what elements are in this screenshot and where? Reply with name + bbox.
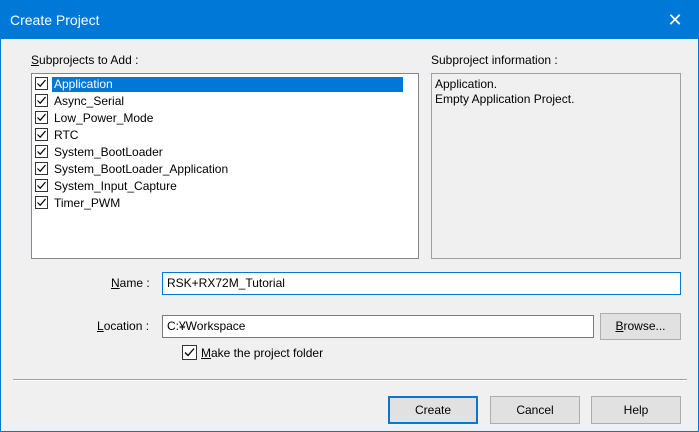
check-icon[interactable] bbox=[35, 179, 48, 193]
check-icon[interactable] bbox=[35, 111, 48, 125]
list-item[interactable]: System_Input_Capture bbox=[34, 178, 416, 195]
subprojects-label-mnemonic: S bbox=[31, 53, 40, 67]
title-bar[interactable]: Create Project ✕ bbox=[1, 1, 698, 39]
separator bbox=[13, 379, 687, 381]
list-item-label: Timer_PWM bbox=[54, 196, 121, 210]
create-button[interactable]: Create bbox=[388, 396, 478, 424]
subproject-info-box: Application. Empty Application Project. bbox=[431, 73, 681, 259]
browse-mnemonic: B bbox=[615, 319, 624, 333]
make-folder-checkbox[interactable]: Make the project folder bbox=[181, 345, 324, 361]
list-item-label: System_BootLoader_Application bbox=[54, 162, 229, 176]
list-item[interactable]: Application bbox=[34, 76, 416, 93]
check-icon[interactable] bbox=[182, 345, 197, 361]
close-icon[interactable]: ✕ bbox=[652, 1, 698, 39]
name-label: Name : bbox=[111, 276, 150, 290]
check-icon[interactable] bbox=[35, 77, 48, 91]
list-item-label: System_Input_Capture bbox=[54, 179, 177, 193]
location-label-rest: ocation : bbox=[103, 319, 150, 333]
window-title: Create Project bbox=[10, 12, 100, 28]
list-item[interactable]: Low_Power_Mode bbox=[34, 110, 416, 127]
check-icon[interactable] bbox=[35, 196, 48, 210]
list-item[interactable]: Timer_PWM bbox=[34, 195, 416, 212]
make-folder-mnemonic: M bbox=[201, 346, 211, 360]
subprojects-label-rest: ubprojects to Add : bbox=[39, 53, 139, 67]
location-label-mnemonic: L bbox=[97, 319, 104, 333]
list-item[interactable]: Async_Serial bbox=[34, 93, 416, 110]
help-button[interactable]: Help bbox=[591, 396, 681, 424]
location-input[interactable]: C:¥Workspace bbox=[162, 315, 594, 338]
browse-button[interactable]: Browse... bbox=[600, 313, 681, 340]
name-input[interactable]: RSK+RX72M_Tutorial bbox=[162, 272, 681, 295]
list-item-label: System_BootLoader bbox=[54, 145, 163, 159]
list-item-label: RTC bbox=[54, 128, 79, 142]
browse-label-rest: rowse... bbox=[623, 319, 666, 333]
subprojects-label: Subprojects to Add : bbox=[31, 53, 138, 67]
create-project-dialog: Create Project ✕ Subprojects to Add : Ap… bbox=[0, 0, 699, 432]
list-item[interactable]: System_BootLoader bbox=[34, 144, 416, 161]
list-item[interactable]: RTC bbox=[34, 127, 416, 144]
cancel-button[interactable]: Cancel bbox=[490, 396, 580, 424]
list-item[interactable]: System_BootLoader_Application bbox=[34, 161, 416, 178]
check-icon[interactable] bbox=[35, 94, 48, 108]
list-item-label: Application bbox=[52, 77, 403, 92]
check-icon[interactable] bbox=[35, 162, 48, 176]
info-line-2: Empty Application Project. bbox=[435, 92, 575, 106]
list-item-label: Low_Power_Mode bbox=[54, 111, 154, 125]
subprojects-listbox[interactable]: Application Async_Serial Low_Power_Mode RTC… bbox=[31, 73, 419, 259]
list-item-label: Async_Serial bbox=[54, 94, 125, 108]
info-line-1: Application. bbox=[435, 77, 498, 91]
location-label: Location : bbox=[97, 319, 149, 333]
subproject-info-label: Subproject information : bbox=[431, 53, 558, 67]
name-label-mnemonic: N bbox=[111, 276, 120, 290]
name-label-rest: ame : bbox=[119, 276, 150, 290]
check-icon[interactable] bbox=[35, 128, 48, 142]
make-folder-label: ake the project folder bbox=[211, 346, 324, 360]
check-icon[interactable] bbox=[35, 145, 48, 159]
